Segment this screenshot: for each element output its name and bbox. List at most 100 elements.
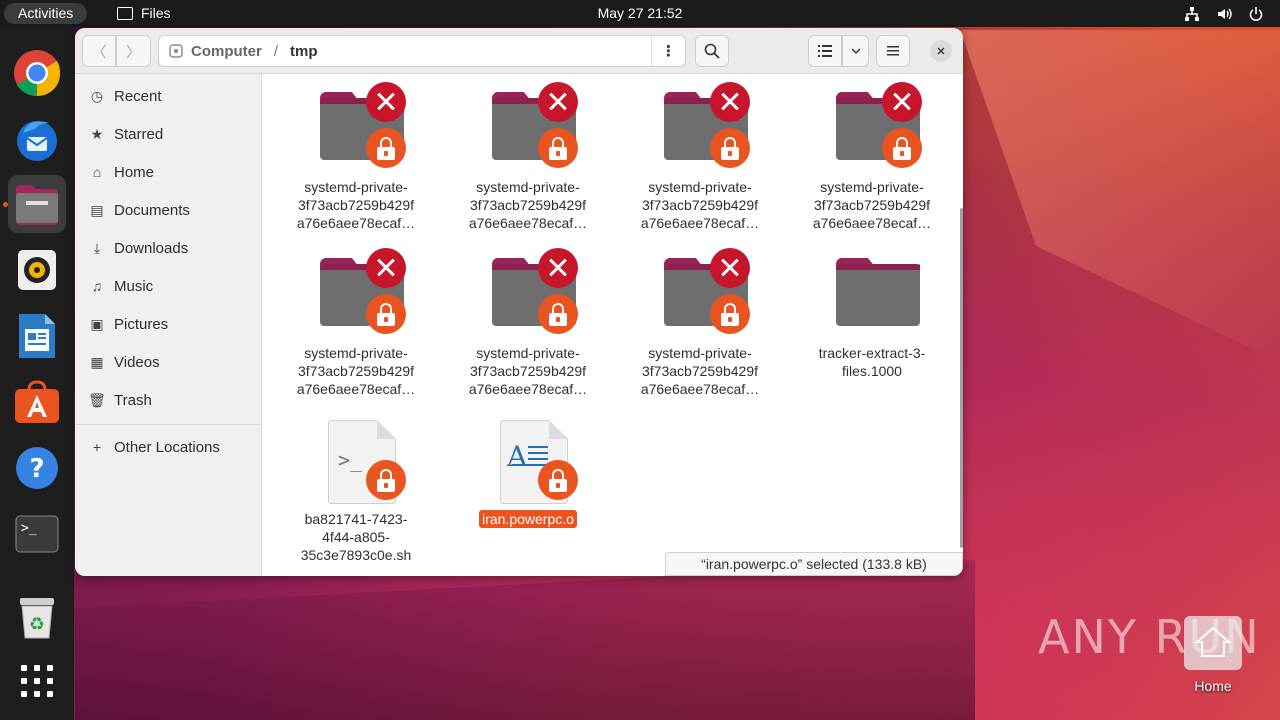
view-options-button[interactable]: [842, 35, 869, 67]
terminal-launcher[interactable]: >_: [8, 505, 66, 563]
sidebar-item-trash[interactable]: 🗑 Trash: [75, 381, 262, 419]
locked-folder-icon: [478, 82, 578, 172]
sidebar-item-pictures[interactable]: ▣ Pictures: [75, 305, 262, 343]
script-file-icon: >_: [306, 414, 406, 504]
chevron-down-icon: [851, 48, 860, 54]
network-icon: [1185, 6, 1199, 21]
scrollbar[interactable]: [960, 208, 963, 548]
sidebar-item-label: Documents: [114, 201, 190, 219]
sidebar-item-recent[interactable]: ◷ Recent: [75, 77, 262, 115]
sidebar-item-home[interactable]: ⌂ Home: [75, 153, 262, 191]
unreadable-emblem-icon: [366, 82, 406, 122]
folder-icon: [822, 248, 922, 338]
unreadable-emblem-icon: [710, 82, 750, 122]
top-bar: Activities Files May 27 21:52: [0, 0, 1280, 27]
sidebar-item-videos[interactable]: ▦ Videos: [75, 343, 262, 381]
folder-item[interactable]: systemd-private- 3f73acb7259b429f a76e6aee…: [442, 82, 614, 232]
trash-icon: 🗑: [88, 391, 106, 408]
file-name: systemd-private- 3f73acb7259b429f a76e6aee…: [296, 179, 416, 231]
path-segment-computer[interactable]: Computer: [191, 43, 262, 60]
home-icon: ⌂: [92, 164, 102, 180]
file-name: systemd-private- 3f73acb7259b429f a76e6aee…: [812, 179, 932, 231]
sidebar-divider: [75, 424, 262, 425]
path-menu-button[interactable]: ⋮: [651, 36, 685, 66]
close-icon: [937, 47, 945, 55]
folder-item[interactable]: systemd-private- 3f73acb7259b429f a76e6aee…: [270, 248, 442, 398]
text-document-icon: A: [478, 414, 578, 504]
volume-icon: [1218, 8, 1232, 19]
locked-folder-icon: [822, 82, 922, 172]
terminal-icon: >_: [15, 515, 59, 553]
sidebar-item-documents[interactable]: ▤ Documents: [75, 191, 262, 229]
sidebar-item-label: Music: [114, 277, 154, 295]
sidebar-item-other-locations[interactable]: + Other Locations: [75, 428, 262, 466]
list-view-icon: [818, 45, 832, 57]
rhythmbox-icon: [18, 250, 56, 290]
back-button[interactable]: 〈: [82, 35, 116, 67]
wallpaper-shape: [960, 30, 1280, 390]
forward-button[interactable]: 〉: [116, 35, 151, 67]
music-icon: ♫: [91, 278, 103, 294]
sidebar-item-music[interactable]: ♫ Music: [75, 267, 262, 305]
header-bar: 〈 〉 Computer / tmp ⋮: [75, 28, 963, 74]
folder-item[interactable]: systemd-private- 3f73acb7259b429f a76e6aee…: [614, 82, 786, 232]
lock-emblem-icon: [710, 128, 750, 168]
lock-emblem-icon: [366, 294, 406, 334]
sidebar: ◷ Recent ★ Starred ⌂ Home ▤ Documents ⤓ Downl…: [75, 74, 262, 576]
folder-item[interactable]: tracker-extract-3- files.1000: [786, 248, 958, 380]
desktop-home-icon[interactable]: [1184, 616, 1242, 670]
unreadable-emblem-icon: [366, 248, 406, 288]
app-grid-icon: [21, 665, 53, 697]
sidebar-item-label: Trash: [114, 391, 152, 409]
file-item[interactable]: >_ ba821741-7423- 4f44-a805- 35c3e7893c0e.…: [270, 414, 442, 564]
system-tray[interactable]: [1184, 0, 1264, 27]
sidebar-item-label: Videos: [114, 353, 160, 371]
lock-emblem-icon: [710, 294, 750, 334]
folder-item[interactable]: systemd-private- 3f73acb7259b429f a76e6aee…: [614, 248, 786, 398]
sidebar-item-label: Pictures: [114, 315, 169, 333]
file-name: ba821741-7423- 4f44-a805- 35c3e7893c0e.sh: [300, 511, 412, 563]
search-button[interactable]: [695, 35, 729, 67]
files-icon: [16, 185, 58, 225]
sidebar-item-downloads[interactable]: ⤓ Downloads: [75, 229, 262, 267]
drive-icon: [169, 44, 183, 58]
view-list-button[interactable]: [808, 35, 842, 67]
path-segment-tmp[interactable]: tmp: [290, 43, 318, 60]
trash-launcher[interactable]: ♻: [8, 589, 66, 647]
wallpaper-shape: [75, 560, 975, 720]
show-apps-button[interactable]: [8, 652, 66, 710]
search-icon: [704, 43, 720, 59]
chrome-launcher[interactable]: [8, 44, 66, 102]
recycle-bin-icon: ♻: [20, 598, 54, 639]
close-button[interactable]: [930, 40, 952, 62]
chevron-left-icon: 〈: [91, 43, 107, 61]
folder-item[interactable]: systemd-private- 3f73acb7259b429f a76e6aee…: [270, 82, 442, 232]
thunderbird-launcher[interactable]: [8, 110, 66, 168]
sidebar-item-label: Downloads: [114, 239, 189, 257]
sidebar-item-label: Other Locations: [114, 438, 220, 456]
sidebar-item-label: Home: [114, 163, 155, 181]
dock: ? >_ ♻: [0, 27, 74, 720]
main-menu-button[interactable]: [876, 35, 910, 67]
file-item-selected[interactable]: A iran.powerpc.o: [442, 414, 614, 528]
file-grid: systemd-private- 3f73acb7259b429f a76e6aee…: [263, 74, 963, 576]
locked-folder-icon: [478, 248, 578, 338]
writer-launcher[interactable]: [8, 307, 66, 365]
path-bar[interactable]: Computer / tmp ⋮: [158, 35, 686, 67]
app-center-launcher[interactable]: [8, 373, 66, 431]
folder-item[interactable]: systemd-private- 3f73acb7259b429f a76e6aee…: [442, 248, 614, 398]
sidebar-item-label: Starred: [114, 125, 164, 143]
files-launcher[interactable]: [8, 175, 66, 233]
desktop-home-label[interactable]: Home: [1170, 678, 1256, 694]
clock[interactable]: May 27 21:52: [0, 0, 1280, 27]
rhythmbox-launcher[interactable]: [8, 241, 66, 299]
help-launcher[interactable]: ?: [8, 439, 66, 497]
file-name: systemd-private- 3f73acb7259b429f a76e6aee…: [296, 345, 416, 397]
sidebar-item-starred[interactable]: ★ Starred: [75, 115, 262, 153]
file-name: systemd-private- 3f73acb7259b429f a76e6aee…: [468, 345, 588, 397]
folder-item[interactable]: systemd-private- 3f73acb7259b429f a76e6aee…: [786, 82, 958, 232]
app-center-icon: [15, 380, 59, 423]
writer-icon: [19, 314, 55, 358]
letter-a-icon: A: [507, 440, 528, 473]
lock-emblem-icon: [538, 128, 578, 168]
